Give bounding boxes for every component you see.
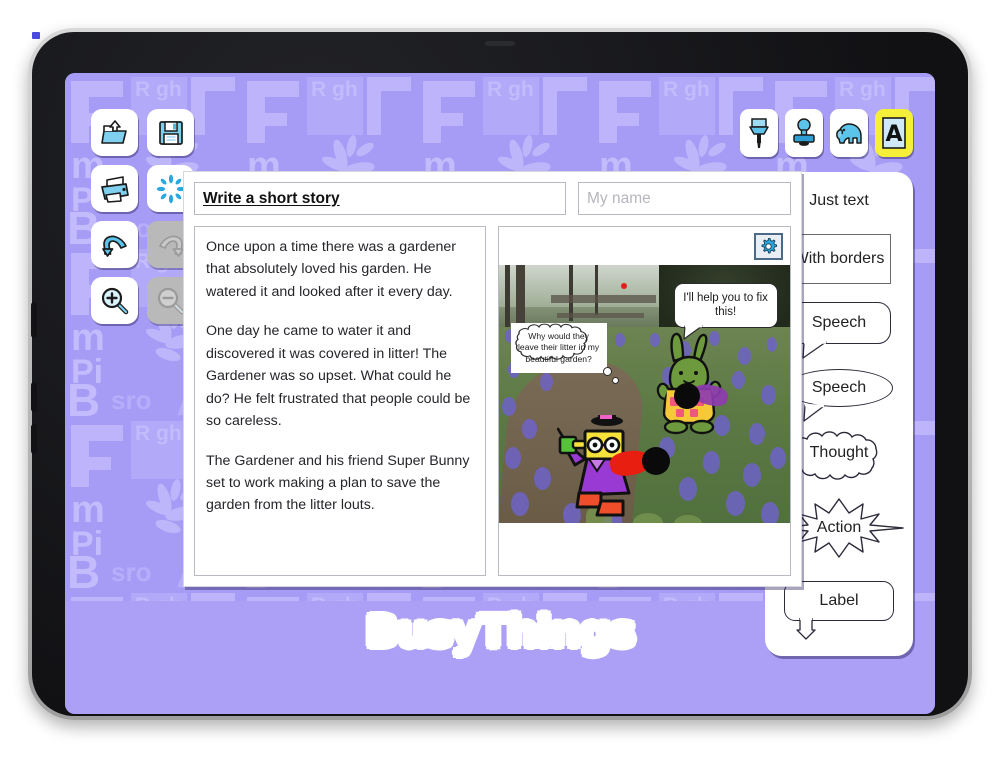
style-option-just-text[interactable]: Just text — [809, 192, 869, 210]
workspace-page: Write a short story My name Once upon a … — [183, 171, 802, 587]
stamp-tool-button[interactable] — [785, 109, 823, 157]
save-button[interactable] — [147, 109, 194, 156]
story-paragraph: The Gardener and his friend Super Bunny … — [206, 452, 470, 514]
title-value: Write a short story — [203, 189, 340, 207]
thought-bubble[interactable]: Why would they leave their litter in my … — [510, 323, 619, 385]
litter-purple — [673, 381, 730, 411]
wallpaper-tile: R ghmPiBsroV — [417, 589, 587, 601]
style-option-label: Speech — [811, 379, 867, 396]
litter-red — [608, 447, 672, 478]
volume-up-button[interactable] — [31, 382, 37, 412]
toolbar-row — [91, 109, 195, 156]
open-button[interactable] — [91, 109, 138, 156]
svg-text:A: A — [885, 122, 902, 147]
toolbar-row — [91, 221, 195, 268]
logo-text: BusyThings — [363, 605, 638, 660]
wallpaper-tile: R ghmPiBsroV — [65, 589, 235, 601]
style-option-label: Speech — [811, 314, 867, 331]
toolbar-row — [91, 277, 195, 324]
content-row: Once upon a time there was a gardener th… — [194, 226, 791, 576]
story-paragraph: One day he came to water it and discover… — [206, 323, 471, 430]
picture-settings-button[interactable] — [754, 233, 783, 260]
style-option-label: Just text — [809, 192, 869, 209]
name-placeholder: My name — [587, 189, 651, 207]
name-input[interactable]: My name — [578, 182, 791, 215]
speech-bubble[interactable]: I'll help you to fix this! — [673, 283, 778, 340]
speech-bubble-text: I'll help you to fix this! — [683, 292, 768, 319]
speech-tail-icon — [682, 324, 703, 340]
tablet-screen: R ghmPiBsroV R ghmPiBsroV R ghmPiBsroV R gh… — [65, 73, 935, 714]
speech-tail-icon — [803, 404, 825, 422]
zoom-in-button[interactable] — [91, 277, 138, 324]
animals-tool-button[interactable] — [830, 109, 868, 157]
scene-photo: I'll help you to fix this! Why would the… — [499, 265, 790, 523]
busy-things-logo: BusyThings — [65, 605, 935, 660]
story-paragraph: Once upon a time there was a gardener th… — [206, 239, 457, 300]
wallpaper-tile: R ghmPiBsroV — [593, 589, 763, 601]
speech-tail-icon — [802, 341, 827, 359]
thought-dot — [602, 367, 612, 377]
print-button[interactable] — [91, 165, 138, 212]
thought-bubble-text: Why would they leave their litter in my … — [518, 331, 600, 364]
text-tool-button[interactable]: A — [875, 109, 913, 157]
toolbar-row — [91, 165, 195, 212]
thought-dot — [611, 377, 619, 385]
wallpaper-tile: R ghmPiBsroV — [241, 589, 411, 601]
style-option-label: With borders — [793, 250, 885, 267]
tablet-frame: R ghmPiBsroV R ghmPiBsroV R ghmPiBsroV R gh… — [28, 28, 972, 720]
power-button[interactable] — [31, 302, 37, 338]
picture-area[interactable]: I'll help you to fix this! Why would the… — [498, 226, 791, 576]
style-option-with-borders[interactable]: With borders — [787, 234, 891, 284]
header-fields-row: Write a short story My name — [194, 182, 791, 215]
title-input[interactable]: Write a short story — [194, 182, 566, 215]
volume-down-button[interactable] — [31, 424, 37, 454]
right-toolbar: A — [740, 109, 913, 157]
story-text-area[interactable]: Once upon a time there was a gardener th… — [194, 226, 486, 576]
pen-tool-button[interactable] — [740, 109, 778, 157]
undo-button[interactable] — [91, 221, 138, 268]
smart-connector — [32, 32, 40, 39]
style-option-speech-rounded[interactable]: Speech — [787, 302, 891, 359]
gear-icon — [761, 237, 778, 254]
left-toolbar — [91, 109, 195, 333]
front-camera-icon — [485, 41, 515, 46]
